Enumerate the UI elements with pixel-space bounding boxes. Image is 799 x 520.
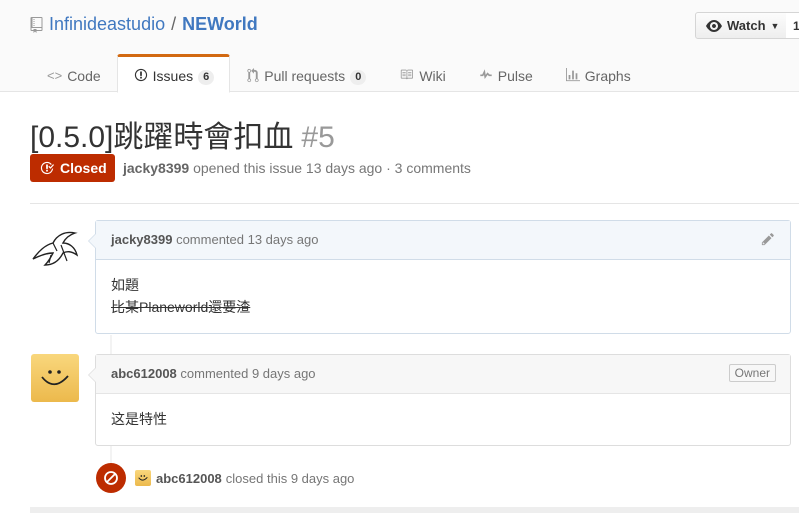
pulse-icon xyxy=(479,68,493,84)
comment-author-link[interactable]: jacky8399 xyxy=(111,232,172,247)
issue-number: #5 xyxy=(301,121,335,154)
pencil-icon[interactable] xyxy=(761,232,775,249)
chevron-down-icon: ▼ xyxy=(770,20,780,31)
tab-graphs[interactable]: Graphs xyxy=(549,54,647,92)
code-icon: <> xyxy=(47,68,63,83)
git-pull-request-icon xyxy=(247,68,259,86)
issue-closed-icon xyxy=(40,161,54,175)
eye-icon xyxy=(706,19,722,32)
event-author-link[interactable]: abc612008 xyxy=(156,471,222,486)
tab-code-label: Code xyxy=(67,68,101,84)
issues-counter: 6 xyxy=(198,70,215,85)
tab-pull-requests[interactable]: Pull requests 0 xyxy=(230,54,382,92)
tab-graphs-label: Graphs xyxy=(584,68,631,84)
graph-icon xyxy=(565,68,580,85)
comment: jacky8399 commented 13 days ago 如題 比某Pla… xyxy=(88,220,791,334)
tab-code[interactable]: <> Code xyxy=(30,54,117,92)
issue-author-link[interactable]: jacky8399 xyxy=(123,160,189,176)
repo-name-link[interactable]: NEWorld xyxy=(182,14,258,35)
repo-separator: / xyxy=(171,14,177,34)
avatar[interactable] xyxy=(135,470,151,486)
issue-meta: jacky8399 opened this issue 13 days ago … xyxy=(123,160,471,176)
repo-nav: <> Code Issues 6 Pull requests 0 Wiki Pu… xyxy=(30,54,647,93)
comment-header: jacky8399 commented 13 days ago xyxy=(96,221,790,260)
issue-title-text: [0.5.0]跳躍時會扣血 xyxy=(30,121,294,154)
repo-title: Infinideastudio / NEWorld xyxy=(30,14,258,35)
comment-action[interactable]: commented 9 days ago xyxy=(180,366,315,381)
issue-state-label: Closed xyxy=(60,160,107,176)
event-badge xyxy=(96,463,126,493)
comment-action[interactable]: commented 13 days ago xyxy=(176,232,318,247)
tab-issues[interactable]: Issues 6 xyxy=(116,54,231,93)
book-icon xyxy=(399,68,414,84)
watch-count[interactable]: 1 xyxy=(786,12,799,39)
divider xyxy=(30,507,799,513)
avatar-bird-drawing xyxy=(31,221,79,269)
timeline-event-closed: abc612008 closed this 9 days ago xyxy=(96,463,354,493)
comment-caret xyxy=(88,367,96,383)
comment-author-link[interactable]: abc612008 xyxy=(111,366,177,381)
tab-pull-requests-label: Pull requests xyxy=(264,68,346,84)
tab-wiki-label: Wiki xyxy=(419,68,446,84)
issue-meta-text: opened this issue 13 days ago · 3 commen… xyxy=(193,160,471,176)
pull-requests-counter: 0 xyxy=(350,70,367,85)
smiley-face-icon xyxy=(138,475,148,481)
repo-owner-link[interactable]: Infinideastudio xyxy=(49,14,165,35)
comment-caret xyxy=(88,233,96,249)
repo-header: Infinideastudio / NEWorld Watch ▼ 1 <> C… xyxy=(0,0,799,93)
smiley-face-icon xyxy=(41,370,69,386)
tab-issues-label: Issues xyxy=(152,68,194,84)
comment-body-line: 如題 xyxy=(111,277,139,293)
avatar[interactable] xyxy=(31,354,79,402)
repo-icon xyxy=(30,16,43,33)
owner-label: Owner xyxy=(728,364,776,382)
avatar[interactable] xyxy=(31,221,79,269)
comment-body: 这是特性 xyxy=(96,394,790,444)
comment-header: abc612008 commented 9 days ago Owner xyxy=(96,355,790,394)
comment: abc612008 commented 9 days ago Owner 这是特… xyxy=(88,354,791,446)
comment-body: 如題 比某Planeworld還要渣 xyxy=(96,260,790,332)
watch-button[interactable]: Watch ▼ xyxy=(695,12,787,39)
comment-body-line: 这是特性 xyxy=(111,411,167,427)
tab-wiki[interactable]: Wiki xyxy=(382,54,461,92)
issue-title: [0.5.0]跳躍時會扣血 #5 xyxy=(30,112,335,156)
issue-opened-icon xyxy=(134,68,148,85)
comment-body-strikethrough: 比某Planeworld還要渣 xyxy=(111,299,251,315)
event-text[interactable]: closed this 9 days ago xyxy=(226,471,355,486)
watch-label: Watch xyxy=(727,18,766,33)
issue-state-badge: Closed xyxy=(30,154,115,182)
tab-pulse[interactable]: Pulse xyxy=(462,54,549,92)
circle-slash-icon xyxy=(104,471,118,485)
tab-pulse-label: Pulse xyxy=(497,68,533,84)
divider xyxy=(30,203,799,204)
